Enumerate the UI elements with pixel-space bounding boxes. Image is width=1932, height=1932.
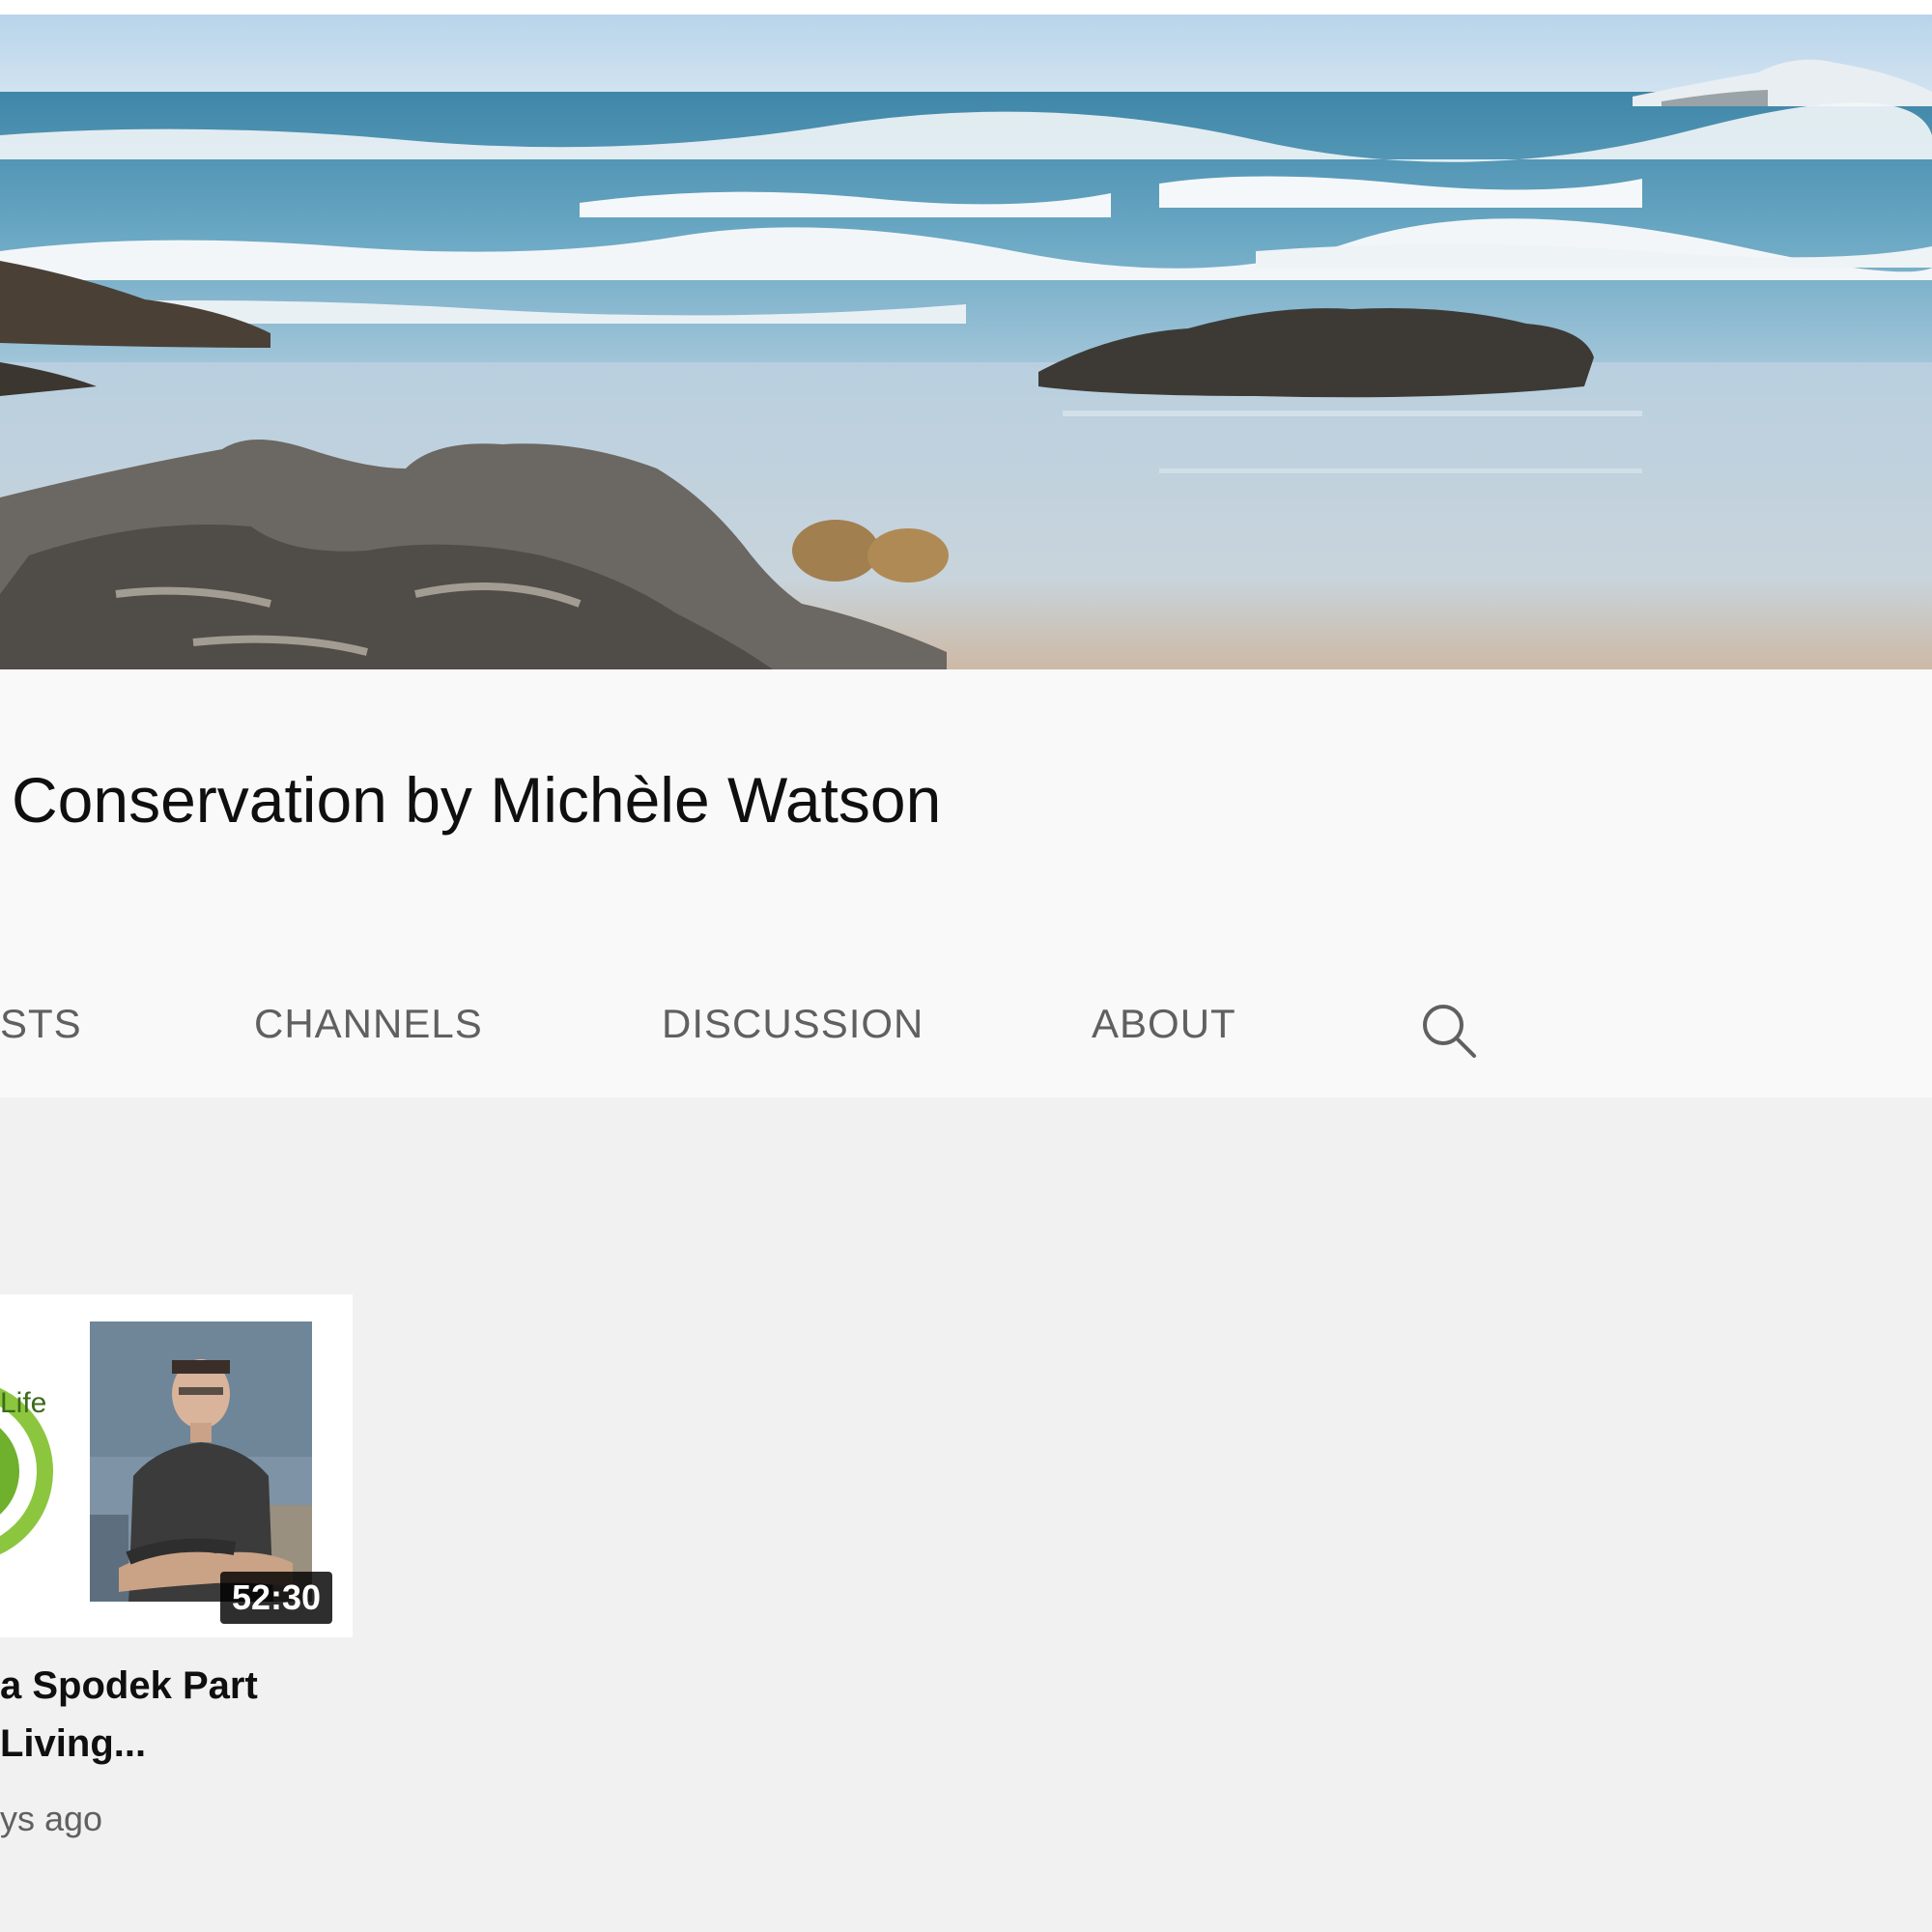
search-icon[interactable] bbox=[1418, 1000, 1480, 1062]
video-duration-badge: 52:30 bbox=[220, 1572, 333, 1624]
video-title-line-1: a Spodek Part bbox=[0, 1664, 258, 1707]
logo-text: Life bbox=[0, 1387, 47, 1419]
video-meta: ys ago bbox=[0, 1799, 103, 1838]
top-strip bbox=[0, 0, 1932, 14]
channel-title: Conservation by Michèle Watson bbox=[12, 764, 942, 836]
channel-banner bbox=[0, 14, 1932, 669]
tab-discussion[interactable]: DISCUSSION bbox=[662, 1001, 923, 1047]
tab-playlists[interactable]: STS bbox=[0, 1001, 82, 1047]
video-thumbnail-logo[interactable]: Life bbox=[0, 1321, 58, 1602]
video-title-line-2: Living... bbox=[0, 1722, 147, 1765]
tab-about[interactable]: ABOUT bbox=[1092, 1001, 1236, 1047]
video-title[interactable]: a Spodek Part Living... bbox=[0, 1657, 328, 1773]
banner-image bbox=[0, 14, 1932, 669]
video-thumbnail-person[interactable] bbox=[90, 1321, 312, 1602]
tab-channels[interactable]: CHANNELS bbox=[254, 1001, 483, 1047]
channel-tabs: STS CHANNELS DISCUSSION ABOUT bbox=[0, 966, 1932, 1082]
